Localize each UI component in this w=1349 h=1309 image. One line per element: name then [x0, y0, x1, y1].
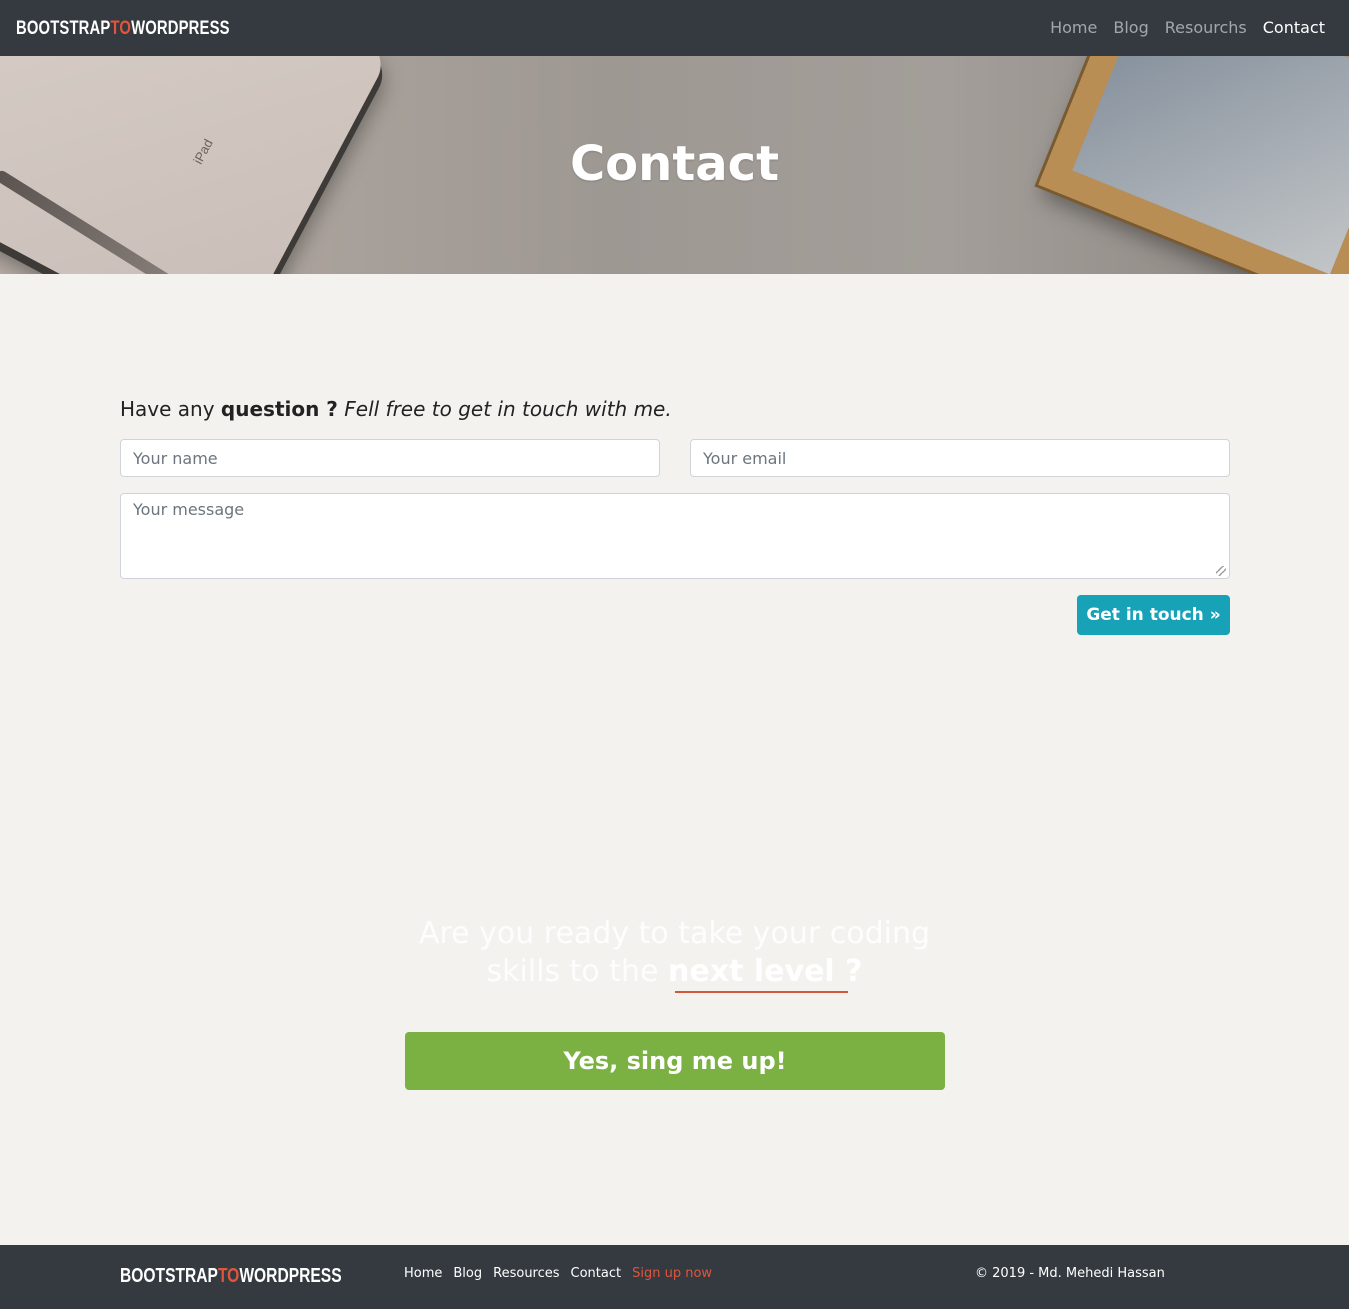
brand-part2: WORDPRESS: [131, 18, 230, 39]
footer: BOOTSTRAPTOWORDPRESS Home Blog Resources…: [0, 1245, 1349, 1309]
cta-underline: [675, 991, 848, 993]
footer-link-resources[interactable]: Resources: [493, 1265, 559, 1283]
footer-link-signup[interactable]: Sign up now: [632, 1265, 712, 1283]
footer-link-blog[interactable]: Blog: [453, 1265, 482, 1283]
nav-link-resources[interactable]: Resourchs: [1165, 17, 1247, 39]
nav-link-contact[interactable]: Contact: [1263, 17, 1325, 39]
brand-logo[interactable]: BOOTSTRAPTOWORDPRESS: [16, 17, 230, 41]
footer-brand-logo[interactable]: BOOTSTRAPTOWORDPRESS: [120, 1264, 342, 1288]
message-textarea[interactable]: [120, 493, 1230, 579]
resize-grip-icon[interactable]: [1216, 566, 1226, 576]
hero-banner: iPad Contact: [0, 56, 1349, 274]
contact-intro: Have any question ? Fell free to get in …: [120, 396, 672, 422]
brand-part1: BOOTSTRAP: [16, 18, 111, 39]
name-input[interactable]: [120, 439, 660, 477]
page-title: Contact: [569, 136, 780, 192]
nav-links: Home Blog Resourchs Contact: [1034, 17, 1325, 39]
footer-brand-accent: TO: [217, 1265, 240, 1287]
cta-line-2-bold: next level ?: [668, 954, 863, 989]
nav-link-home[interactable]: Home: [1050, 17, 1097, 39]
contact-intro-prefix: Have any: [120, 397, 221, 421]
contact-intro-italic: Fell free to get in touch with me.: [337, 397, 672, 421]
nav-link-blog[interactable]: Blog: [1113, 17, 1148, 39]
footer-link-contact[interactable]: Contact: [571, 1265, 622, 1283]
cta-line-2: skills to the next level ?: [0, 953, 1349, 991]
footer-brand-part1: BOOTSTRAP: [120, 1265, 218, 1287]
get-in-touch-button[interactable]: Get in touch »: [1077, 595, 1230, 635]
cta-line-2-prefix: skills to the: [486, 954, 669, 989]
footer-brand-part2: WORDPRESS: [239, 1265, 342, 1287]
contact-intro-bold: question ?: [220, 397, 338, 421]
footer-links: Home Blog Resources Contact Sign up now: [404, 1265, 723, 1283]
copyright-text: © 2019 - Md. Mehedi Hassan: [975, 1266, 1165, 1281]
signup-button[interactable]: Yes, sing me up!: [405, 1032, 945, 1090]
footer-link-home[interactable]: Home: [404, 1265, 442, 1283]
navbar: BOOTSTRAPTOWORDPRESS Home Blog Resourchs…: [0, 0, 1349, 56]
brand-accent: TO: [110, 18, 132, 39]
cta-line-1: Are you ready to take your coding: [418, 916, 931, 951]
email-input[interactable]: [690, 439, 1230, 477]
